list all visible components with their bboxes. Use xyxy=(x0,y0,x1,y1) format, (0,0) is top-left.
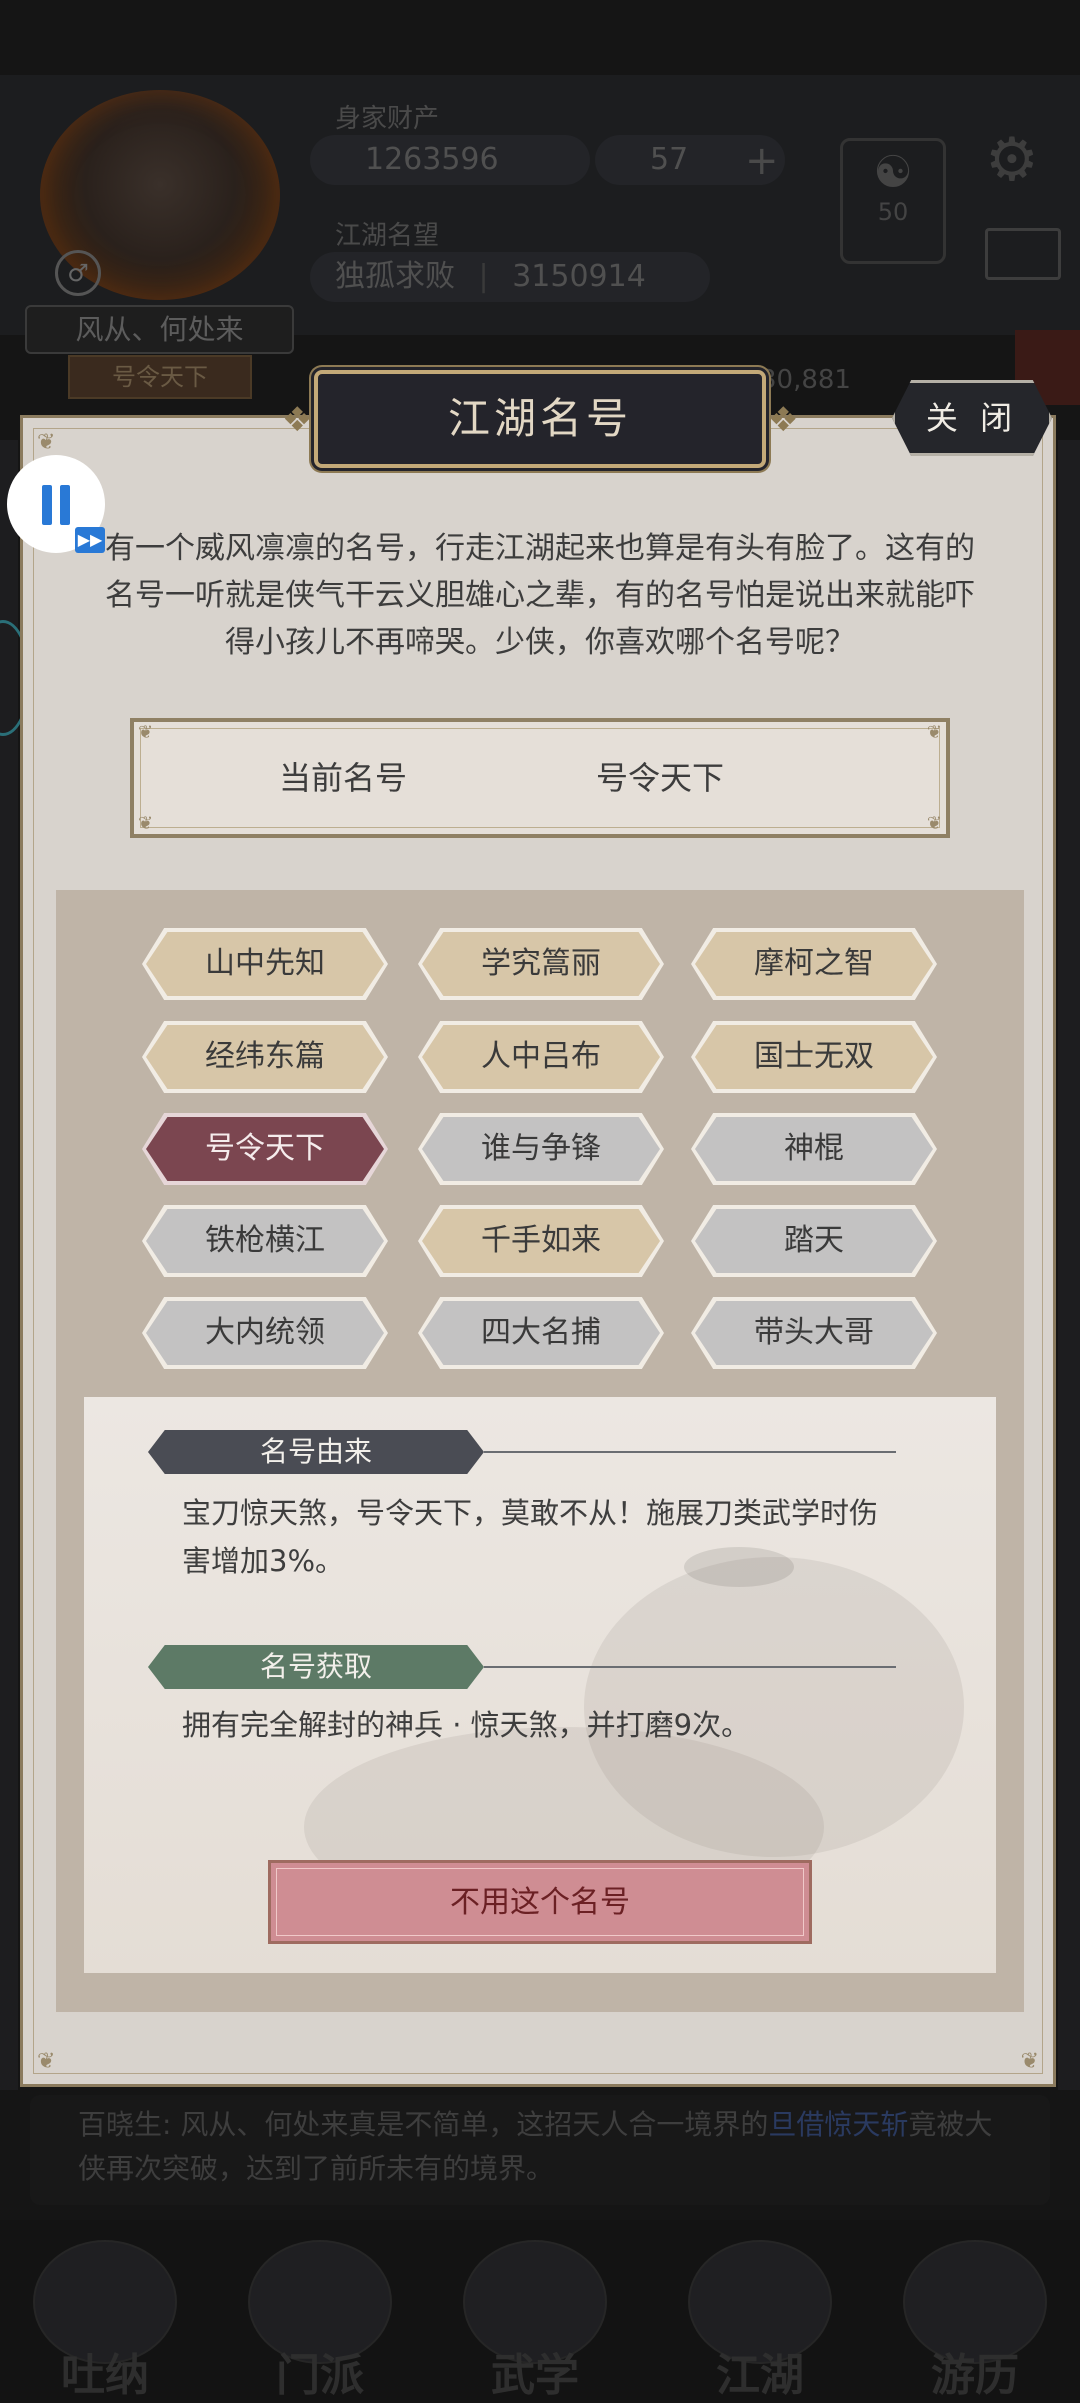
title-option-label: 谁与争锋 xyxy=(422,1117,660,1181)
title-option-label: 摩柯之智 xyxy=(695,932,933,996)
unuse-title-label: 不用这个名号 xyxy=(276,1868,804,1936)
title-option[interactable]: 人中吕布 xyxy=(418,1021,664,1093)
origin-text: 宝刀惊天煞，号令天下，莫敢不从！施展刀类武学时伤害增加3%。 xyxy=(182,1496,879,1578)
reputation-label: 江湖名望 xyxy=(335,221,440,251)
title-option-label: 铁枪横江 xyxy=(146,1209,384,1273)
acquire-text: 拥有完全解封的神兵 · 惊天煞，并打磨9次。 xyxy=(182,1708,751,1742)
gold-counter: 1263596 xyxy=(310,135,590,185)
origin-divider xyxy=(484,1451,896,1453)
pause-icon xyxy=(42,485,72,525)
nav-label: 游历 xyxy=(931,2350,1019,2401)
unuse-title-button[interactable]: 不用这个名号 xyxy=(268,1860,812,1944)
current-title-value: 号令天下 xyxy=(596,759,725,797)
title-option[interactable]: 号令天下 xyxy=(142,1113,388,1185)
title-option[interactable]: 千手如来 xyxy=(418,1205,664,1277)
gender-icon: ♂ xyxy=(55,250,101,296)
title-option-label: 山中先知 xyxy=(146,932,384,996)
title-wing-left-icon: ❖ xyxy=(282,400,313,440)
nav-label: 门派 xyxy=(276,2350,364,2401)
news-prefix: 百晓生: 风从、何处来真是不简单，这招天人合一境界的 xyxy=(78,2108,769,2141)
title-option[interactable]: 踏天 xyxy=(691,1205,937,1277)
title-option-label: 人中吕布 xyxy=(422,1025,660,1089)
acquire-header: 名号获取 xyxy=(148,1645,484,1689)
current-title-box: ❦ ❦ ❦ ❦ 当前名号 号令天下 xyxy=(130,718,950,838)
close-button[interactable]: 关 闭 xyxy=(892,380,1052,456)
nav-label: 江湖 xyxy=(716,2350,804,2401)
level-value: 50 xyxy=(877,198,909,226)
origin-header: 名号由来 xyxy=(148,1430,484,1474)
gold-value: 1263596 xyxy=(365,142,499,177)
news-highlight: 旦借惊天斩 xyxy=(768,2108,909,2141)
title-option[interactable]: 国士无双 xyxy=(691,1021,937,1093)
right-strip xyxy=(1058,440,1080,2090)
title-option-label: 带头大哥 xyxy=(695,1301,933,1365)
dialog-title: 江湖名号 xyxy=(447,394,632,443)
dialog-title-plate: 江湖名号 xyxy=(314,370,766,468)
title-option[interactable]: 学究篙丽 xyxy=(418,928,664,1000)
gem-value: 57 xyxy=(650,142,689,177)
nav-sect: 门派 xyxy=(230,2240,410,2401)
nav-label: 吐纳 xyxy=(61,2350,149,2401)
corner-ornament-icon: ❦ xyxy=(138,722,154,743)
title-option[interactable]: 四大名捕 xyxy=(418,1297,664,1369)
title-option[interactable]: 神棍 xyxy=(691,1113,937,1185)
nav-martial: 武学 xyxy=(445,2240,625,2401)
title-option-label: 经纬东篇 xyxy=(146,1025,384,1089)
title-option-label: 学究篙丽 xyxy=(422,932,660,996)
player-name: 风从、何处来 xyxy=(25,305,294,354)
acquire-divider xyxy=(484,1666,896,1668)
title-option-label: 踏天 xyxy=(695,1209,933,1273)
title-wing-right-icon: ❖ xyxy=(768,400,799,440)
news-ticker: 百晓生: 风从、何处来真是不简单，这招天人合一境界的旦借惊天斩竟被大侠再次突破，… xyxy=(30,2095,1050,2205)
reputation-bar: 独孤求败 | 3150914 xyxy=(310,252,710,302)
corner-ornament-icon: ❦ xyxy=(37,2049,56,2074)
current-title-label: 当前名号 xyxy=(279,759,408,797)
nav-jianghu: 江湖 xyxy=(670,2240,850,2401)
title-option-label: 神棍 xyxy=(695,1117,933,1181)
corner-ornament-icon: ❦ xyxy=(926,813,942,834)
reputation-value: 3150914 xyxy=(512,259,646,294)
title-option[interactable]: 谁与争锋 xyxy=(418,1113,664,1185)
player-title-tag: 号令天下 xyxy=(68,355,252,399)
wealth-label: 身家财产 xyxy=(335,104,440,134)
title-option[interactable]: 带头大哥 xyxy=(691,1297,937,1369)
settings-gear-icon: ⚙ xyxy=(985,125,1039,195)
mail-icon xyxy=(985,228,1061,280)
intro-text: 有一个威风凛凛的名号，行走江湖起来也算是有头有脸了。这有的名号一听就是侠气干云义… xyxy=(105,531,975,660)
title-option-label: 千手如来 xyxy=(422,1209,660,1273)
corner-ornament-icon: ❦ xyxy=(1020,2049,1039,2074)
title-option[interactable]: 经纬东篇 xyxy=(142,1021,388,1093)
title-option[interactable]: 摩柯之智 xyxy=(691,928,937,1000)
title-option[interactable]: 山中先知 xyxy=(142,928,388,1000)
title-option-label: 大内统领 xyxy=(146,1301,384,1365)
current-title-border xyxy=(140,728,940,828)
title-option-label: 号令天下 xyxy=(146,1117,384,1181)
title-option-label: 国士无双 xyxy=(695,1025,933,1089)
yinyang-icon: ☯ 50 xyxy=(840,138,946,264)
nav-label: 武学 xyxy=(491,2350,579,2401)
corner-ornament-icon: ❦ xyxy=(138,813,154,834)
fast-forward-icon[interactable]: ▶▶ xyxy=(75,527,105,553)
nav-travel: 游历 xyxy=(885,2240,1065,2401)
power-value: 30,881 xyxy=(760,365,851,395)
title-option[interactable]: 大内统领 xyxy=(142,1297,388,1369)
title-option[interactable]: 铁枪横江 xyxy=(142,1205,388,1277)
add-currency-icon: + xyxy=(745,138,779,184)
title-option-label: 四大名捕 xyxy=(422,1301,660,1365)
reputation-title: 独孤求败 xyxy=(335,259,455,294)
corner-ornament-icon: ❦ xyxy=(37,430,56,455)
corner-ornament-icon: ❦ xyxy=(926,722,942,743)
nav-tuna: 吐纳 xyxy=(15,2240,195,2401)
